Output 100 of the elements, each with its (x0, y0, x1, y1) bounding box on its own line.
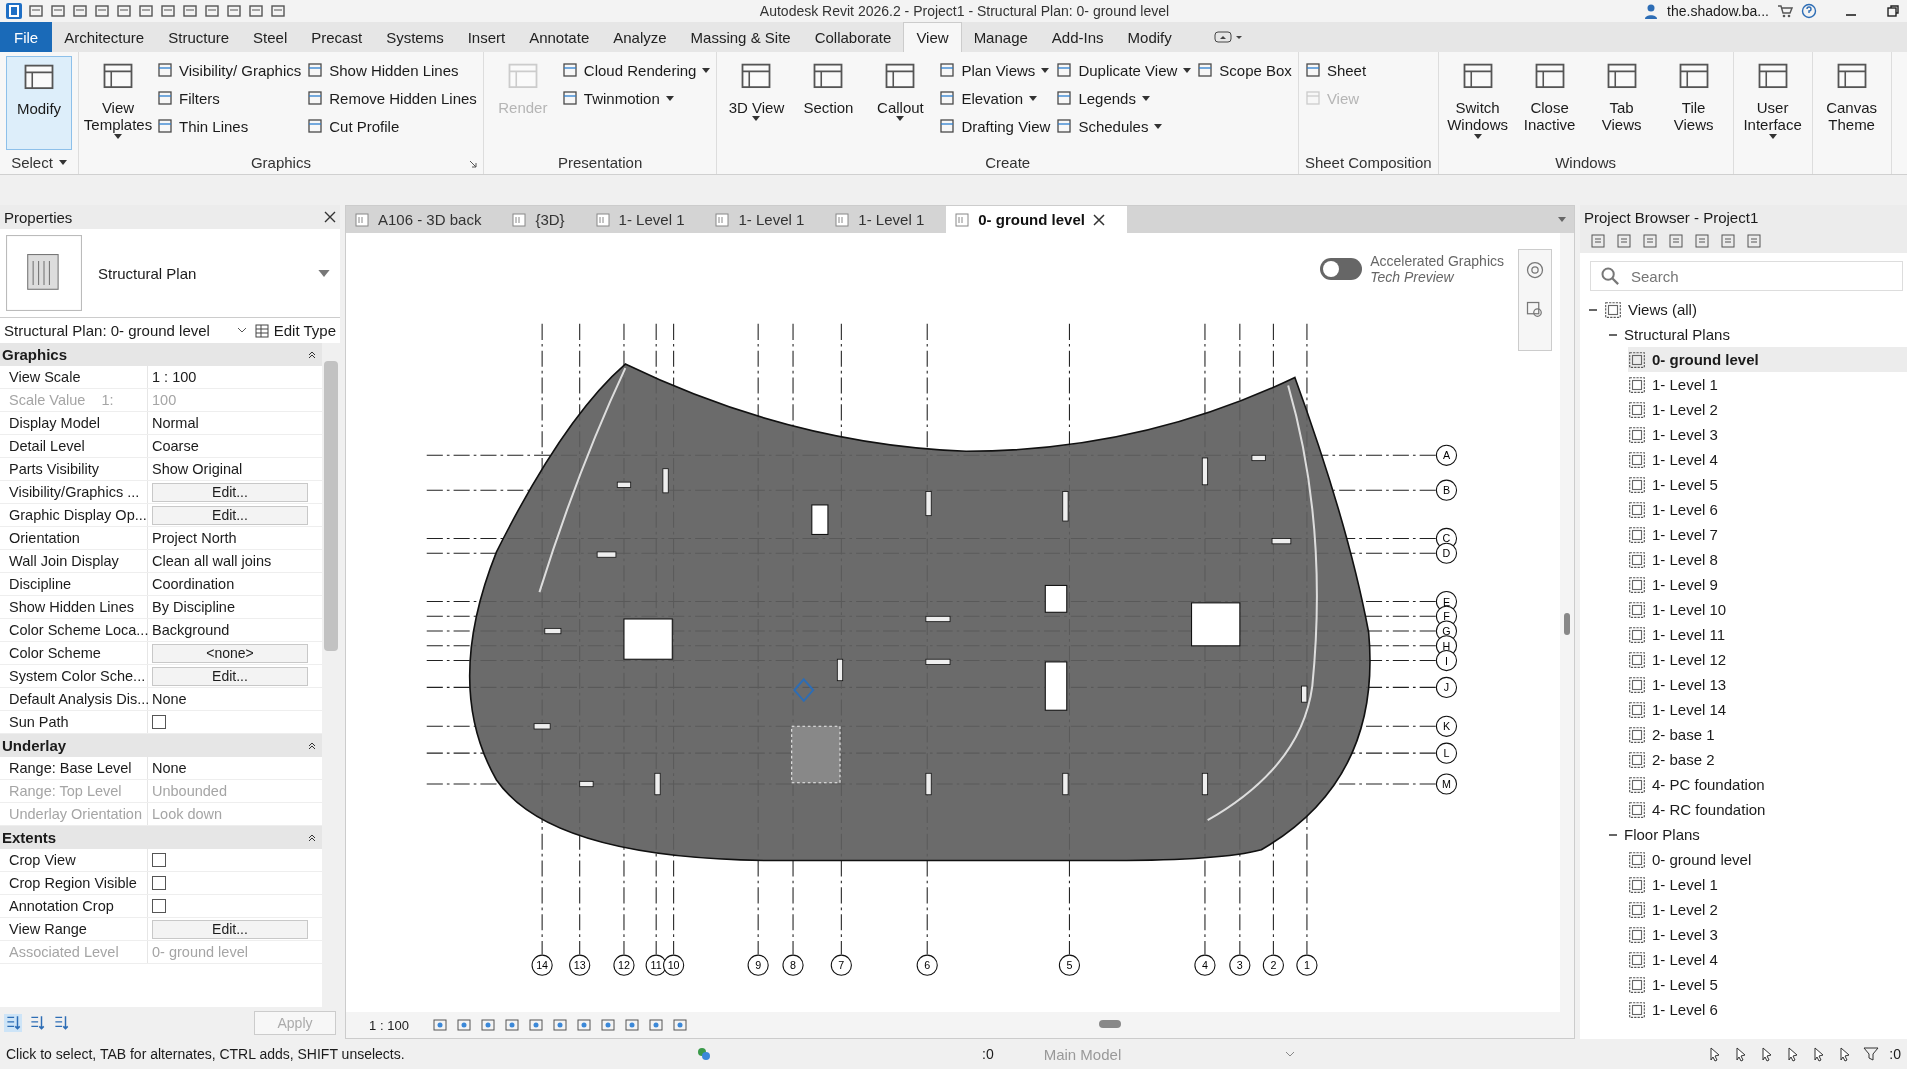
caret-icon[interactable] (58, 159, 67, 165)
ribbon-tab[interactable]: Architecture (52, 22, 157, 52)
sort-icon[interactable] (4, 1014, 22, 1032)
browser-tool-icon[interactable] (1746, 233, 1762, 249)
view-control-icon[interactable] (648, 1017, 664, 1033)
property-value[interactable]: None (152, 691, 187, 707)
ribbon-tab[interactable]: Modify (1115, 22, 1184, 52)
edit-button[interactable]: Edit... (152, 919, 308, 939)
tree-item[interactable]: 2- base 1 (1628, 722, 1907, 747)
ribbon-tab[interactable]: Analyze (601, 22, 679, 52)
close-icon[interactable] (324, 211, 336, 223)
view-tab[interactable]: A106 - 3D back (346, 206, 504, 233)
tree-item[interactable]: 1- Level 2 (1628, 397, 1907, 422)
tree-item[interactable]: Views (all) (1588, 297, 1907, 322)
toolbar-icon[interactable] (72, 3, 88, 19)
collapse-icon[interactable] (308, 350, 316, 359)
view-control-icon[interactable] (600, 1017, 616, 1033)
zoom-icon[interactable] (1525, 300, 1545, 320)
property-value[interactable]: By Discipline (152, 599, 235, 615)
ribbon-tab[interactable]: Add-Ins (1039, 22, 1116, 52)
view-control-icon[interactable] (456, 1017, 472, 1033)
toolbar-icon[interactable] (50, 3, 66, 19)
view-control-icon[interactable] (552, 1017, 568, 1033)
tree-item[interactable]: 1- Level 8 (1628, 547, 1907, 572)
edit-button[interactable]: Edit... (152, 482, 308, 502)
ribbon-button[interactable]: Cloud Rendering (561, 58, 711, 82)
property-value[interactable]: None (152, 760, 187, 776)
tree-item[interactable]: 1- Level 7 (1628, 522, 1907, 547)
ribbon-tab[interactable]: Massing & Site (678, 22, 803, 52)
floor-slab[interactable] (468, 363, 1371, 862)
property-value[interactable]: Project North (152, 530, 237, 546)
ribbon-button[interactable]: Modify (6, 56, 72, 150)
ribbon-button[interactable]: Plan Views (939, 58, 1051, 82)
property-value[interactable]: Normal (152, 415, 199, 431)
toolbar-icon[interactable] (116, 3, 132, 19)
tree-item[interactable]: 1- Level 1 (1628, 372, 1907, 397)
browser-tool-icon[interactable] (1642, 233, 1658, 249)
tree-item[interactable]: 1- Level 6 (1628, 497, 1907, 522)
checkbox[interactable] (152, 715, 166, 729)
collapse-icon[interactable] (308, 741, 316, 750)
tree-item[interactable]: 1- Level 11 (1628, 622, 1907, 647)
type-selector[interactable]: Structural Plan (98, 264, 304, 282)
ribbon-button[interactable]: Section (795, 56, 862, 150)
checkbox[interactable] (152, 876, 166, 890)
ribbon-button[interactable]: Legends (1056, 86, 1192, 110)
checkbox[interactable] (152, 899, 166, 913)
view-tab[interactable]: 1- Level 1 (826, 206, 947, 233)
help-icon[interactable] (1801, 3, 1817, 19)
tree-item[interactable]: 1- Level 13 (1628, 672, 1907, 697)
toolbar-icon[interactable] (270, 3, 286, 19)
ribbon-button[interactable]: Scope Box (1197, 58, 1292, 82)
ribbon-button[interactable]: Drafting View (939, 114, 1051, 138)
ribbon-button[interactable]: Switch Windows (1444, 56, 1511, 150)
ribbon-tab[interactable]: Annotate (517, 22, 602, 52)
toolbar-icon[interactable] (226, 3, 242, 19)
edit-button[interactable]: Edit... (152, 666, 308, 686)
toolbar-icon[interactable] (94, 3, 110, 19)
tree-item[interactable]: Floor Plans (1608, 822, 1907, 847)
view-tab[interactable]: {3D} (503, 206, 587, 233)
tree-item[interactable]: 1- Level 9 (1628, 572, 1907, 597)
ribbon-button[interactable]: User Interface (1739, 56, 1806, 174)
user-name[interactable]: the.shadow.ba... (1667, 3, 1769, 19)
browser-tool-icon[interactable] (1720, 233, 1736, 249)
toolbar-icon[interactable] (182, 3, 198, 19)
tree-item[interactable]: 1- Level 3 (1628, 922, 1907, 947)
app-logo-icon[interactable] (6, 3, 22, 19)
property-value[interactable]: Clean all wall joins (152, 553, 272, 569)
ribbon-tab[interactable]: Steel (241, 22, 300, 52)
wheel-icon[interactable] (1525, 260, 1545, 280)
tree-item[interactable]: 4- RC foundation (1628, 797, 1907, 822)
ribbon-button[interactable]: Canvas Theme (1818, 56, 1885, 174)
view-tab[interactable]: 1- Level 1 (586, 206, 707, 233)
ribbon-button[interactable]: Twinmotion (561, 86, 711, 110)
browser-tool-icon[interactable] (1590, 233, 1606, 249)
ribbon-button[interactable]: Visibility/ Graphics (157, 58, 302, 82)
sort-icon[interactable] (28, 1014, 46, 1032)
drawing-area[interactable]: Accelerated Graphics Tech Preview 14 13 12 11 10 9 8 7 6 5 4 3 2 1 A B C D E F G H I J K L M (346, 233, 1574, 1012)
filter-icon[interactable] (1863, 1046, 1880, 1062)
toggle-switch[interactable] (1320, 258, 1363, 281)
property-value[interactable]: Background (152, 622, 230, 638)
cart-icon[interactable] (1777, 3, 1793, 19)
tree-item[interactable]: 1- Level 14 (1628, 697, 1907, 722)
ribbon-button[interactable]: Thin Lines (157, 114, 302, 138)
view-control-icon[interactable] (576, 1017, 592, 1033)
ribbon-button[interactable]: Tile Views (1660, 56, 1727, 150)
ribbon-button[interactable]: Elevation (939, 86, 1051, 110)
sort-icon[interactable] (52, 1014, 70, 1032)
toolbar-icon[interactable] (160, 3, 176, 19)
chevron-icon[interactable] (237, 328, 246, 333)
view-control-icon[interactable] (672, 1017, 688, 1033)
scrollbar[interactable] (1560, 233, 1574, 1012)
ribbon-button[interactable]: View Templates (85, 56, 151, 150)
property-value[interactable]: Coarse (152, 438, 199, 454)
restore-icon[interactable] (1885, 3, 1901, 19)
toolbar-icon[interactable] (138, 3, 154, 19)
property-value[interactable]: Show Original (152, 461, 243, 477)
ribbon-button[interactable]: Sheet (1304, 58, 1367, 82)
tree-item[interactable]: 1- Level 2 (1628, 897, 1907, 922)
view-control-icon[interactable] (528, 1017, 544, 1033)
view-tab[interactable]: 0- ground level (946, 206, 1127, 233)
